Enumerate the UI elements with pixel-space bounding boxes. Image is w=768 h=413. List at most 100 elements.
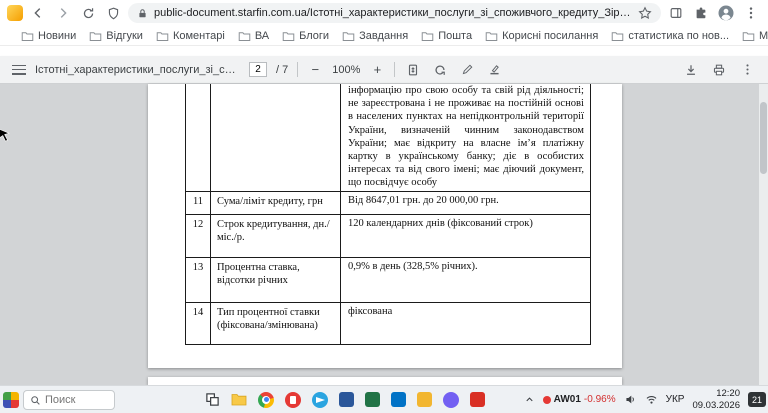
pencil-draw-icon: [461, 63, 474, 76]
download-button[interactable]: [682, 61, 700, 79]
profile-button[interactable]: [716, 3, 736, 23]
bookmark-folder-vidhuky[interactable]: Відгуки: [89, 30, 143, 42]
pdf-document-title: Істотні_характеристики_послуги_зі_спожив…: [35, 64, 240, 76]
folder-icon: [282, 30, 295, 42]
pdf-page-3-edge: [148, 377, 622, 385]
task-view-icon[interactable]: [205, 392, 220, 407]
folder-icon: [342, 30, 355, 42]
pdf-scrollbar-thumb[interactable]: [760, 102, 767, 174]
telegram-icon[interactable]: [312, 392, 328, 408]
reload-button[interactable]: [78, 3, 98, 23]
side-panel-button[interactable]: [666, 3, 686, 23]
side-panel-icon: [669, 6, 683, 20]
table-cell-value: фіксована: [341, 303, 591, 345]
url-text: public-document.starfin.com.ua/Істотні_х…: [154, 7, 632, 19]
yandex-browser-icon[interactable]: [285, 392, 301, 408]
notification-count-badge[interactable]: 21: [748, 392, 766, 407]
address-bar[interactable]: public-document.starfin.com.ua/Істотні_х…: [128, 3, 661, 23]
chrome-browser-icon[interactable]: [258, 392, 274, 408]
folder-icon: [611, 30, 624, 42]
pdf-page-2: інформацію про свою особу та свій рід ді…: [148, 84, 622, 368]
bookmark-folder-novyny[interactable]: Новини: [21, 30, 76, 42]
word-app-icon[interactable]: [339, 392, 354, 407]
highlight-button[interactable]: [485, 61, 503, 79]
bookmark-star-icon[interactable]: [638, 6, 652, 20]
folder-icon: [89, 30, 102, 42]
mail-app-icon[interactable]: [391, 392, 406, 407]
stock-ticker-widget[interactable]: AW01 -0.96%: [543, 394, 616, 405]
table-cell-value: Від 8647,01 грн. до 20 000,00 грн.: [341, 192, 591, 215]
bookmarks-bar: Новини Відгуки Коментарі ВА Блоги Завдан…: [0, 26, 768, 46]
table-cell-value: 120 календарних днів (фіксований строк): [341, 215, 591, 258]
table-cell-empty: [186, 84, 211, 192]
puzzle-extension-icon: [694, 6, 708, 20]
draw-button[interactable]: [458, 61, 476, 79]
messenger-app-icon[interactable]: [443, 392, 459, 408]
wifi-network-icon[interactable]: [645, 393, 658, 406]
forward-button[interactable]: [53, 3, 73, 23]
bookmark-label: Завдання: [359, 30, 408, 42]
page-number-input[interactable]: [249, 62, 267, 77]
excel-app-icon[interactable]: [365, 392, 380, 407]
clock[interactable]: 12:20 09.03.2026: [692, 388, 740, 412]
print-button[interactable]: [710, 61, 728, 79]
bookmark-label: Коментарі: [173, 30, 225, 42]
pdf-more-button[interactable]: [738, 61, 756, 79]
back-arrow-icon: [31, 6, 45, 20]
file-explorer-icon[interactable]: [231, 393, 247, 406]
table-cell-label: Тип процентної ставки (фіксована/змінюва…: [211, 303, 341, 345]
browser-logo-icon[interactable]: [7, 5, 23, 21]
bookmark-folder-poshta[interactable]: Пошта: [421, 30, 472, 42]
folder-icon: [485, 30, 498, 42]
table-cell-continuation-text: інформацію про свою особу та свій рід ді…: [341, 84, 591, 192]
pdf-menu-button[interactable]: [12, 65, 26, 75]
zoom-in-button[interactable]: +: [369, 62, 385, 77]
volume-icon[interactable]: [624, 393, 637, 406]
pdf-scrollbar[interactable]: [759, 84, 768, 385]
rotate-button[interactable]: [431, 61, 449, 79]
reload-icon: [82, 7, 95, 20]
table-cell-empty: [211, 84, 341, 192]
tray-chevron-up-icon[interactable]: [524, 394, 535, 405]
extensions-button[interactable]: [691, 3, 711, 23]
kebab-menu-icon: [744, 6, 758, 20]
highlighter-icon: [488, 63, 501, 76]
pdf-app-icon[interactable]: [470, 392, 485, 407]
tray-date: 09.03.2026: [692, 400, 740, 412]
lock-icon: [137, 8, 148, 19]
pdf-toolbar: Істотні_характеристики_послуги_зі_спожив…: [0, 56, 768, 84]
bookmark-folder-korysni[interactable]: Корисні посилання: [485, 30, 598, 42]
bookmark-folder-statystyka[interactable]: статистика по нов...: [611, 30, 729, 42]
bookmark-folder-blohy[interactable]: Блоги: [282, 30, 329, 42]
bookmark-label: Блоги: [299, 30, 329, 42]
bookmark-folder-va[interactable]: ВА: [238, 30, 269, 42]
browser-menu-button[interactable]: [741, 3, 761, 23]
fit-page-button[interactable]: [404, 61, 422, 79]
table-cell-row-number: 14: [186, 303, 211, 345]
bookmark-folder-mfo[interactable]: МФО: [742, 30, 768, 42]
language-indicator[interactable]: УКР: [666, 394, 685, 405]
kebab-menu-icon: [741, 63, 754, 76]
download-icon: [684, 63, 698, 77]
fit-page-icon: [406, 63, 420, 77]
rotate-icon: [433, 63, 447, 77]
folder-icon: [421, 30, 434, 42]
table-cell-label: Строк кредитування, дн./міс./р.: [211, 215, 341, 258]
bookmark-folder-zavdannia[interactable]: Завдання: [342, 30, 408, 42]
zoom-out-button[interactable]: −: [307, 62, 323, 77]
adblock-shield-button[interactable]: [103, 3, 123, 23]
accounting-app-icon[interactable]: [417, 392, 432, 407]
ticker-symbol: AW01: [554, 394, 581, 405]
ticker-change: -0.96%: [584, 394, 616, 405]
bookmark-label: Новини: [38, 30, 76, 42]
mouse-cursor: [0, 128, 12, 143]
folder-icon: [742, 30, 755, 42]
table-cell-label: Процентна ставка, відсотки річних: [211, 258, 341, 303]
back-button[interactable]: [28, 3, 48, 23]
bookmark-label: Відгуки: [106, 30, 143, 42]
bookmark-folder-komentari[interactable]: Коментарі: [156, 30, 225, 42]
taskbar-search[interactable]: [23, 390, 115, 410]
pinned-apps: [205, 386, 485, 413]
taskbar-search-input[interactable]: [45, 394, 105, 406]
widgets-icon[interactable]: [3, 392, 19, 408]
